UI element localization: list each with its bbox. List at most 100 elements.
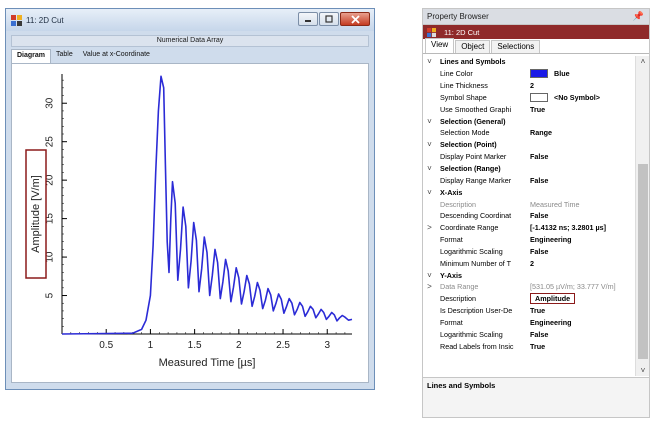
category-label: Selection (General) bbox=[440, 116, 506, 126]
description-title: Lines and Symbols bbox=[427, 381, 496, 390]
property-category[interactable]: ˅ Y-Axis bbox=[423, 269, 635, 281]
property-value: Engineering bbox=[530, 317, 572, 327]
property-row[interactable]: Display Range Marker False bbox=[423, 174, 635, 186]
property-value: False bbox=[530, 246, 549, 256]
property-value-cell[interactable]: Measured Time bbox=[530, 200, 635, 209]
chevron-down-icon[interactable]: ˅ bbox=[423, 188, 436, 197]
property-value-cell[interactable]: Amplitude bbox=[530, 293, 635, 305]
property-value-cell[interactable]: False bbox=[530, 211, 635, 220]
diagram-area[interactable]: 0.5 1 1.5 2 2.5 3 5 10 15 20 25 30 Measured Time [µs… bbox=[11, 63, 369, 383]
property-value-cell[interactable]: False bbox=[530, 330, 635, 339]
property-category[interactable]: ˅ X-Axis bbox=[423, 186, 635, 198]
property-row[interactable]: Display Point Marker False bbox=[423, 151, 635, 163]
property-row[interactable]: Descending Coordinat False bbox=[423, 210, 635, 222]
property-value-cell[interactable]: Range bbox=[530, 128, 635, 137]
category-label: Lines and Symbols bbox=[440, 57, 506, 67]
x-tick-label: 2.5 bbox=[276, 340, 290, 351]
close-button[interactable] bbox=[340, 12, 370, 26]
property-value-cell[interactable]: False bbox=[530, 176, 635, 185]
scroll-down-icon[interactable]: ˅ bbox=[636, 366, 650, 375]
scrollbar-thumb[interactable] bbox=[638, 164, 648, 359]
tab-value-at-x[interactable]: Value at x-Coordinate bbox=[78, 49, 155, 63]
property-value-cell[interactable]: Blue bbox=[530, 69, 635, 79]
chevron-down-icon[interactable]: ˅ bbox=[423, 164, 436, 173]
scroll-up-icon[interactable]: ˄ bbox=[636, 57, 650, 66]
property-row[interactable]: Symbol Shape <No Symbol> bbox=[423, 92, 635, 104]
property-value: <No Symbol> bbox=[554, 92, 600, 102]
screen: 11: 2D Cut Numerical Data Array Diagram … bbox=[0, 0, 656, 426]
amplitude-series-line[interactable] bbox=[61, 75, 353, 335]
restore-button[interactable] bbox=[319, 12, 339, 26]
property-value-cell[interactable]: False bbox=[530, 247, 635, 256]
property-value-cell[interactable]: [-1.4132 ns; 3.2801 µs] bbox=[530, 223, 635, 232]
property-value-cell[interactable]: True bbox=[530, 105, 635, 114]
chevron-down-icon[interactable]: ˅ bbox=[423, 57, 436, 66]
property-row[interactable]: Use Smoothed Graphi True bbox=[423, 103, 635, 115]
property-row[interactable]: Format Engineering bbox=[423, 317, 635, 329]
property-category[interactable]: ˅ Selection (General) bbox=[423, 115, 635, 127]
property-row[interactable]: Selection Mode Range bbox=[423, 127, 635, 139]
property-name: Line Thickness bbox=[440, 81, 488, 91]
property-value-cell[interactable]: <No Symbol> bbox=[530, 92, 635, 102]
chevron-right-icon[interactable]: > bbox=[423, 223, 436, 232]
property-row[interactable]: > Data Range [531.05 µV/m; 33.777 V/m] bbox=[423, 281, 635, 293]
property-name: Logarithmic Scaling bbox=[440, 246, 503, 256]
property-row[interactable]: Logarithmic Scaling False bbox=[423, 246, 635, 258]
property-value: Blue bbox=[554, 69, 570, 79]
tab-selections[interactable]: Selections bbox=[491, 40, 541, 53]
pin-icon[interactable]: 📌 bbox=[633, 11, 644, 22]
y-tick-label: 25 bbox=[45, 136, 56, 148]
tab-table[interactable]: Table bbox=[51, 49, 78, 63]
property-row[interactable]: Line Thickness 2 bbox=[423, 80, 635, 92]
chevron-down-icon[interactable]: ˅ bbox=[423, 271, 436, 280]
property-value-cell[interactable]: False bbox=[530, 152, 635, 161]
property-value: 2 bbox=[530, 258, 534, 268]
tab-view[interactable]: View bbox=[425, 38, 455, 53]
x-tick-label: 2 bbox=[236, 340, 242, 351]
object-icon bbox=[427, 27, 436, 37]
tab-object[interactable]: Object bbox=[455, 40, 491, 53]
property-value: True bbox=[530, 104, 546, 114]
property-value-cell[interactable]: Engineering bbox=[530, 318, 635, 327]
property-row[interactable]: Is Description User-De True bbox=[423, 305, 635, 317]
restore-icon bbox=[325, 15, 333, 23]
property-category[interactable]: ˅ Lines and Symbols bbox=[423, 56, 635, 68]
chevron-down-icon[interactable]: ˅ bbox=[423, 140, 436, 149]
property-row[interactable]: Logarithmic Scaling False bbox=[423, 328, 635, 340]
category-label: Y-Axis bbox=[440, 270, 462, 280]
property-value-cell[interactable]: 2 bbox=[530, 259, 635, 268]
tab-diagram[interactable]: Diagram bbox=[11, 49, 52, 63]
property-category[interactable]: ˅ Selection (Range) bbox=[423, 163, 635, 175]
line-chart[interactable]: 0.5 1 1.5 2 2.5 351015202530Measured Time [µs… bbox=[12, 64, 370, 384]
property-row[interactable]: Format Engineering bbox=[423, 234, 635, 246]
property-row[interactable]: > Coordinate Range [-1.4132 ns; 3.2801 µs] bbox=[423, 222, 635, 234]
chevron-down-icon[interactable]: ˅ bbox=[423, 117, 436, 126]
property-value: False bbox=[530, 329, 549, 339]
chevron-right-icon[interactable]: > bbox=[423, 282, 436, 291]
property-value-cell[interactable]: [531.05 µV/m; 33.777 V/m] bbox=[530, 282, 635, 291]
property-tabs: View Object Selections bbox=[423, 38, 649, 54]
property-row[interactable]: Description Amplitude bbox=[423, 293, 635, 305]
y-tick-label: 30 bbox=[45, 97, 56, 109]
app-icon bbox=[11, 14, 22, 26]
property-value-cell[interactable]: True bbox=[530, 342, 635, 351]
property-value: True bbox=[530, 341, 546, 351]
property-category[interactable]: ˅ Selection (Point) bbox=[423, 139, 635, 151]
property-value-cell[interactable]: Engineering bbox=[530, 235, 635, 244]
property-value-cell[interactable]: True bbox=[530, 306, 635, 315]
property-scrollbar[interactable]: ˄ ˅ bbox=[635, 56, 649, 376]
property-name: Coordinate Range bbox=[440, 223, 499, 233]
property-row[interactable]: Line Color Blue bbox=[423, 68, 635, 80]
property-name: Minimum Number of T bbox=[440, 258, 511, 268]
x-tick-label: 1 bbox=[148, 340, 154, 351]
property-browser: Property Browser 📌 11: 2D Cut View Objec… bbox=[422, 8, 650, 418]
window-titlebar[interactable]: 11: 2D Cut bbox=[6, 9, 374, 31]
property-row[interactable]: Read Labels from Insic True bbox=[423, 340, 635, 352]
property-row[interactable]: Minimum Number of T 2 bbox=[423, 257, 635, 269]
property-browser-header: Property Browser 📌 bbox=[423, 9, 649, 25]
property-row[interactable]: Description Measured Time bbox=[423, 198, 635, 210]
close-icon bbox=[350, 14, 360, 24]
minimize-button[interactable] bbox=[298, 12, 318, 26]
property-value-cell[interactable]: 2 bbox=[530, 81, 635, 90]
property-name: Logarithmic Scaling bbox=[440, 329, 503, 339]
